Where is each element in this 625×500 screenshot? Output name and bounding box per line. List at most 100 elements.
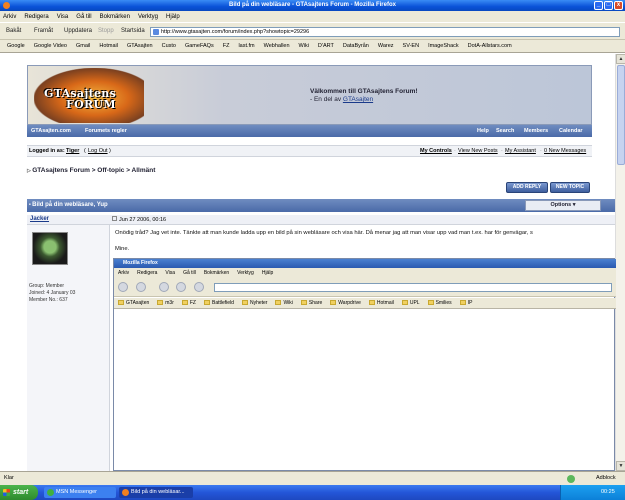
bookmark-item[interactable]: Wiki xyxy=(299,43,309,49)
menu-bar: Arkiv Redigera Visa Gå till Bokmärken Ve… xyxy=(0,11,625,22)
nav-members-link[interactable]: Members xyxy=(524,125,548,137)
minimize-button[interactable]: _ xyxy=(594,1,603,10)
bookmark-item[interactable]: Custo xyxy=(162,43,176,49)
navigation-toolbar: Bakåt Framåt Uppdatera Stopp Startsida h… xyxy=(0,22,625,40)
nav-gtasajten-link[interactable]: GTAsajten.com xyxy=(31,125,71,137)
bookmark-item[interactable]: FZ xyxy=(223,43,230,49)
add-reply-button[interactable]: ADD REPLY xyxy=(506,182,548,193)
close-button[interactable]: x xyxy=(614,1,623,10)
view-new-posts-link[interactable]: View New Posts xyxy=(458,146,498,157)
forum-nav-strip: GTAsajten.com Forumets regler Help Searc… xyxy=(27,125,592,137)
firefox-icon xyxy=(3,2,10,9)
stop-button[interactable]: Stopp xyxy=(98,28,114,34)
logo-text-bottom: FORUM xyxy=(66,98,116,111)
status-bar: Klar Adblock xyxy=(0,471,625,485)
adblock-label[interactable]: Adblock xyxy=(596,472,616,485)
nav-calendar-link[interactable]: Calendar xyxy=(559,125,583,137)
bookmark-item[interactable]: D'ART xyxy=(318,43,334,49)
taskbar: start MSN Messenger Bild på din webläsar… xyxy=(0,485,625,500)
my-assistant-link[interactable]: My Assistant xyxy=(505,146,536,157)
bookmark-item[interactable]: DataByrån xyxy=(343,43,369,49)
bookmark-item[interactable]: SV-EN xyxy=(403,43,420,49)
bookmark-item[interactable]: Google xyxy=(7,43,25,49)
scroll-up-icon[interactable]: ▲ xyxy=(616,54,625,64)
bookmark-item[interactable]: Hotmail xyxy=(99,43,118,49)
author-name[interactable]: Jacker xyxy=(30,216,49,222)
taskbar-msn[interactable]: MSN Messenger xyxy=(44,487,116,498)
scroll-thumb[interactable] xyxy=(617,65,625,165)
post-date: Jun 27 2006, 00:16 xyxy=(112,216,166,223)
bookmark-item[interactable]: Warez xyxy=(378,43,394,49)
bookmark-item[interactable]: GTAsajten xyxy=(127,43,153,49)
reload-icon xyxy=(159,282,169,292)
topic-title-bar: • Bild på din webläsare, Yup Options ▾ xyxy=(27,199,615,212)
topic-title: Bild på din webläsare, Yup xyxy=(32,202,108,208)
bookmarks-toolbar: Google Google Video Gmail Hotmail GTAsaj… xyxy=(0,40,625,53)
menu-ga-till[interactable]: Gå till xyxy=(76,14,91,20)
options-dropdown[interactable]: Options ▾ xyxy=(525,200,601,211)
post-header: Jacker Jun 27 2006, 00:16 xyxy=(27,215,615,225)
shot-bookmarks: GTAsajten m3r FZ Battlefield Nyheter Wik… xyxy=(114,298,616,309)
scroll-down-icon[interactable]: ▼ xyxy=(616,461,625,471)
embedded-screenshot: Mozilla Firefox Arkiv Redigera Visa Gå till… xyxy=(113,258,616,471)
shot-url-field xyxy=(214,283,612,292)
bookmark-item[interactable]: last.fm xyxy=(238,43,254,49)
forward-button[interactable]: Framåt xyxy=(34,28,53,34)
nav-rules-link[interactable]: Forumets regler xyxy=(85,125,127,137)
vertical-scrollbar[interactable]: ▲ ▼ xyxy=(615,54,625,471)
bookmark-item[interactable]: Google Video xyxy=(34,43,67,49)
forum-logo[interactable]: GTAsajtens FORUM xyxy=(34,68,144,123)
my-controls-link[interactable]: My Controls xyxy=(420,146,452,157)
bookmark-item[interactable]: Webhallen xyxy=(264,43,290,49)
new-messages-link[interactable]: 0 New Messages xyxy=(544,146,586,157)
author-joined: Joined: 4 January 03 xyxy=(29,290,76,296)
welcome-sub-prefix: - En del av xyxy=(310,96,342,103)
user-link[interactable]: Tiger xyxy=(66,146,79,157)
breadcrumb[interactable]: ▷ GTAsajtens Forum > Off-topic > Allmänt xyxy=(27,167,155,174)
windows-flag-icon xyxy=(3,489,10,496)
bookmark-item[interactable]: Gmail xyxy=(76,43,90,49)
maximize-button[interactable]: □ xyxy=(604,1,613,10)
clock: 00:25 xyxy=(601,489,615,495)
menu-visa[interactable]: Visa xyxy=(57,14,69,20)
shot-titlebar: Mozilla Firefox xyxy=(114,259,616,268)
nav-search-link[interactable]: Search xyxy=(496,125,514,137)
bookmark-item[interactable]: DotA-Allstars.com xyxy=(468,43,512,49)
home-icon xyxy=(194,282,204,292)
msn-icon xyxy=(47,489,54,496)
logged-in-label: Logged in as: xyxy=(29,148,65,154)
stop-icon xyxy=(176,282,186,292)
start-button[interactable]: start xyxy=(0,485,38,500)
menu-bokmarken[interactable]: Bokmärken xyxy=(100,14,130,20)
status-text: Klar xyxy=(4,475,14,481)
bookmark-item[interactable]: ImageShack xyxy=(428,43,459,49)
options-label: Options ▾ xyxy=(550,202,576,208)
nav-help-link[interactable]: Help xyxy=(477,125,489,137)
welcome-box: Välkommen till GTAsajtens Forum! - En de… xyxy=(310,88,418,103)
url-text: http://www.gtasajten.com/forum/index.php… xyxy=(161,29,310,35)
bookmark-item[interactable]: GameFAQs xyxy=(185,43,214,49)
author-member-no: Member No.: 637 xyxy=(29,297,68,303)
menu-arkiv[interactable]: Arkiv xyxy=(3,14,16,20)
shot-menu: Arkiv Redigera Visa Gå till Bokmärken Verktyg… xyxy=(114,268,616,278)
avatar xyxy=(32,232,68,265)
user-bar: Logged in as: Tiger ( Log Out ) My Contr… xyxy=(27,145,592,157)
logout-link[interactable]: Log Out xyxy=(88,146,108,157)
back-button[interactable]: Bakåt xyxy=(6,28,21,34)
post-icon xyxy=(112,216,117,221)
new-topic-label: NEW TOPIC xyxy=(555,184,585,190)
shot-navbar xyxy=(114,278,616,297)
gtasajten-link[interactable]: GTAsajten xyxy=(343,96,373,103)
menu-redigera[interactable]: Redigera xyxy=(24,14,48,20)
menu-verktyg[interactable]: Verktyg xyxy=(138,14,158,20)
forum-banner: GTAsajtens FORUM Välkommen till GTAsajten… xyxy=(27,65,592,125)
firefox-task-icon xyxy=(122,489,129,496)
taskbar-firefox[interactable]: Bild på din webläsar... xyxy=(119,487,193,498)
home-button[interactable]: Startsida xyxy=(121,28,145,34)
url-input[interactable]: http://www.gtasajten.com/forum/index.php… xyxy=(150,27,620,37)
back-arrow-icon xyxy=(118,282,128,292)
author-column: Group: Member Joined: 4 January 03 Membe… xyxy=(27,225,110,471)
reload-button[interactable]: Uppdatera xyxy=(64,28,92,34)
new-topic-button[interactable]: NEW TOPIC xyxy=(550,182,590,193)
menu-hjalp[interactable]: Hjälp xyxy=(166,14,180,20)
